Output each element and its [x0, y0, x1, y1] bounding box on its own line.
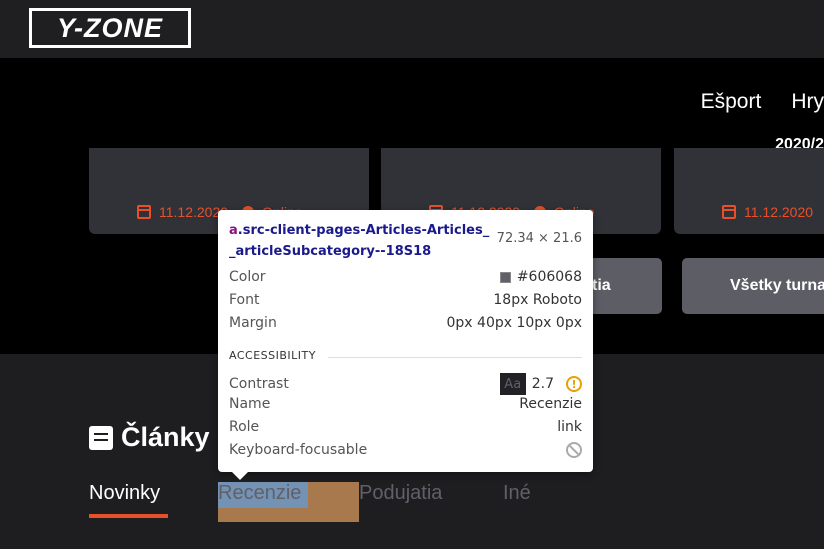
- name-row: Name Recenzie: [229, 396, 582, 412]
- role-value: link: [557, 419, 582, 435]
- tab-podujatia[interactable]: Podujatia: [359, 482, 442, 505]
- document-icon: [89, 425, 113, 450]
- tab-ine[interactable]: Iné: [503, 482, 531, 505]
- not-allowed-icon: [566, 442, 582, 458]
- nav-item-esport[interactable]: Ešport: [701, 90, 762, 114]
- card-meta: 11.12.2020: [722, 204, 813, 220]
- site-logo[interactable]: Y-ZONE: [29, 8, 191, 48]
- calendar-icon: [137, 205, 151, 219]
- margin-value: 0px 40px 10px 0px: [446, 315, 582, 331]
- card-date: 11.12.2020: [744, 204, 814, 220]
- color-value: #606068: [499, 269, 582, 285]
- margin-label: Margin: [229, 315, 277, 331]
- color-value-text: #606068: [516, 269, 582, 285]
- role-label: Role: [229, 419, 260, 435]
- name-value: Recenzie: [519, 396, 582, 412]
- focusable-value: [566, 442, 582, 458]
- top-bar: Y-ZONE: [0, 0, 824, 58]
- color-row: Color #606068: [229, 269, 582, 285]
- active-tab-indicator: [89, 514, 168, 518]
- tooltip-arrow: [232, 472, 248, 480]
- element-selector: a.src-client-pages-Articles-Articles__ar…: [229, 220, 494, 262]
- tab-recenzie[interactable]: Recenzie: [218, 482, 301, 505]
- articles-title: Články: [89, 422, 210, 453]
- button-label: Všetky turna: [730, 277, 824, 294]
- divider: [328, 357, 582, 358]
- button-label: tia: [592, 277, 611, 294]
- nav-item-hry[interactable]: Hry: [791, 90, 824, 114]
- contrast-sample: Aa: [499, 373, 526, 395]
- main-nav: Ešport Hry: [701, 90, 824, 114]
- color-swatch-icon: [499, 271, 511, 283]
- calendar-icon: [722, 205, 736, 219]
- color-label: Color: [229, 269, 266, 285]
- element-size: 72.34 × 21.6: [496, 231, 582, 246]
- font-label: Font: [229, 292, 260, 308]
- devtools-inspect-tooltip: a.src-client-pages-Articles-Articles__ar…: [218, 210, 593, 480]
- articles-title-text: Články: [121, 422, 210, 452]
- focusable-row: Keyboard-focusable: [229, 442, 582, 458]
- selector-tag: a: [229, 223, 238, 238]
- font-value: 18px Roboto: [493, 292, 582, 308]
- focusable-label: Keyboard-focusable: [229, 442, 368, 458]
- tournament-card[interactable]: 11.12.2020: [674, 148, 824, 234]
- name-label: Name: [229, 396, 271, 412]
- all-tournaments-button[interactable]: Všetky turna: [682, 258, 824, 314]
- tab-novinky[interactable]: Novinky: [89, 482, 160, 505]
- warning-icon: !: [566, 376, 582, 392]
- accessibility-heading: ACCESSIBILITY: [229, 349, 316, 362]
- contrast-ratio: 2.7: [531, 376, 554, 392]
- font-row: Font 18px Roboto: [229, 292, 582, 308]
- role-row: Role link: [229, 419, 582, 435]
- contrast-label: Contrast: [229, 376, 289, 392]
- contrast-value: Aa 2.7 !: [499, 373, 582, 395]
- contrast-row: Contrast Aa 2.7 !: [229, 373, 582, 395]
- margin-row: Margin 0px 40px 10px 0px: [229, 315, 582, 331]
- selector-class: .src-client-pages-Articles-Articles__art…: [229, 223, 490, 259]
